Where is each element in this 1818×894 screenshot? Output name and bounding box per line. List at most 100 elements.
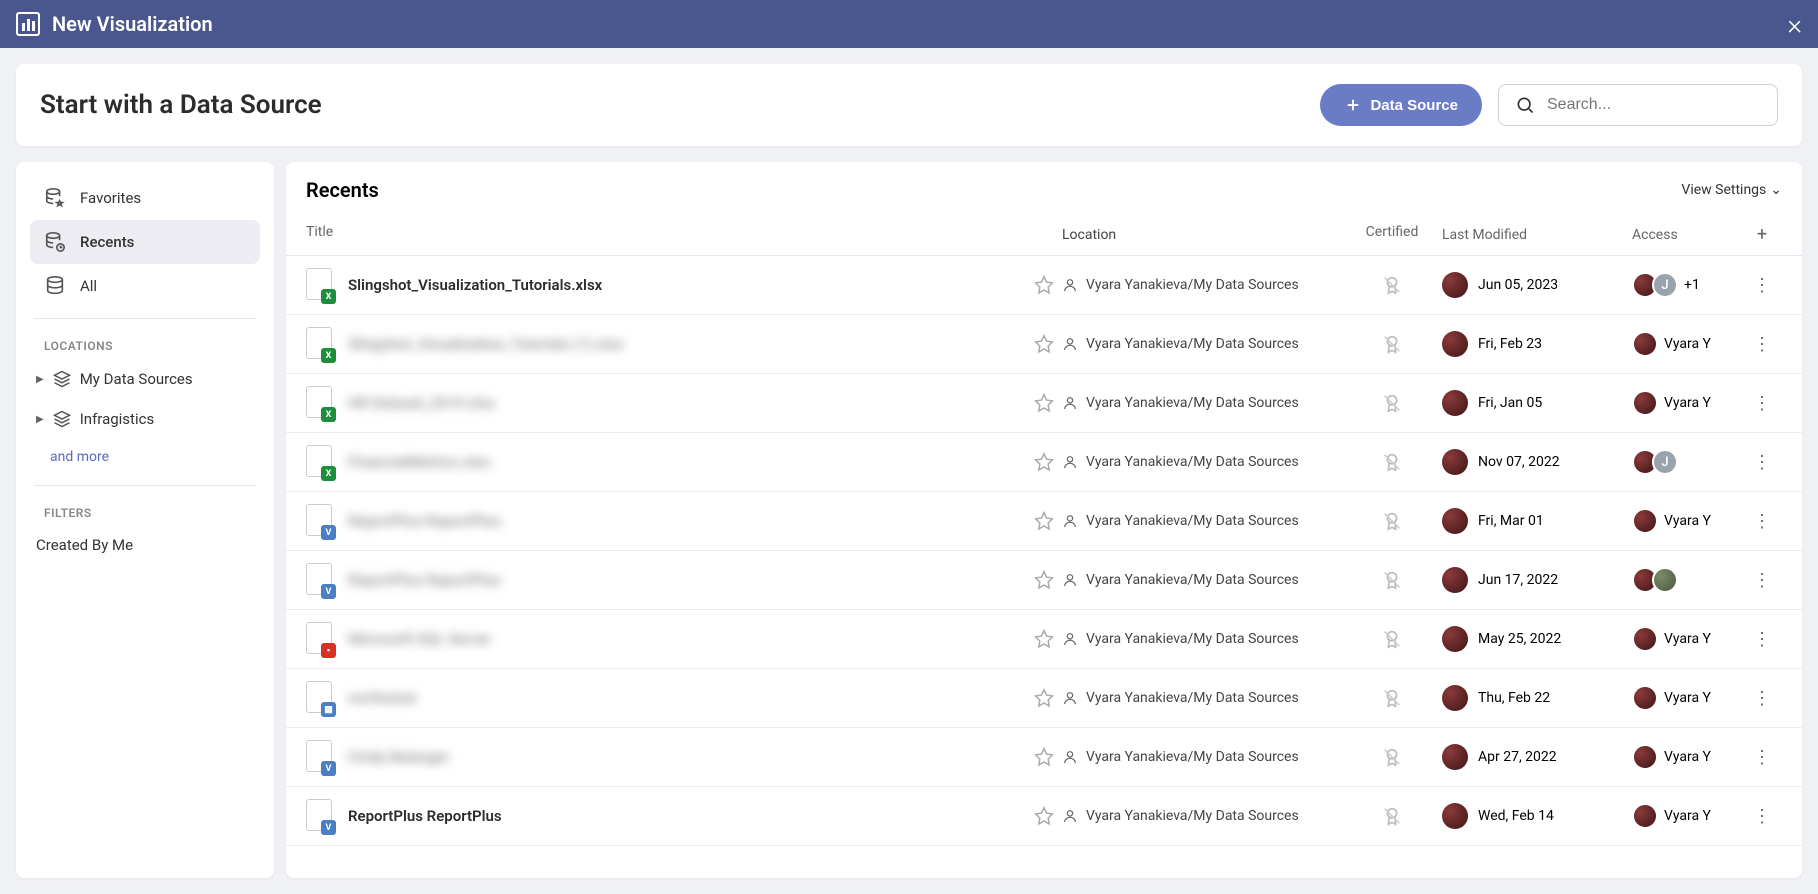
certified-cell — [1342, 569, 1442, 591]
star-icon[interactable] — [1034, 452, 1054, 472]
table-row[interactable]: ▦ northwind Vyara Yanakieva/My Data Source… — [286, 669, 1802, 728]
column-certified[interactable]: Certified — [1342, 224, 1442, 245]
location-text: Vyara Yanakieva/My Data Sources — [1086, 690, 1299, 706]
filters-heading: Filters — [30, 496, 260, 526]
divider — [34, 318, 256, 319]
avatar — [1442, 508, 1468, 534]
modified-text: Wed, Feb 14 — [1478, 808, 1554, 824]
modified-cell: Fri, Mar 01 — [1442, 508, 1622, 534]
access-cell: Vyara Y — [1622, 390, 1742, 416]
database-icon — [44, 275, 66, 297]
access-cell: Vyara Y — [1622, 803, 1742, 829]
modified-cell: May 25, 2022 — [1442, 626, 1622, 652]
access-text: Vyara Y — [1664, 690, 1711, 706]
modified-text: May 25, 2022 — [1478, 631, 1561, 647]
location-cell: Vyara Yanakieva/My Data Sources — [1062, 454, 1342, 470]
table-row[interactable]: VReportPlus ReportPlusVyara Yanakieva/My… — [286, 492, 1802, 551]
row-actions-button[interactable]: ⋮ — [1742, 452, 1782, 473]
access-cell: Vyara Y — [1622, 331, 1742, 357]
avatar — [1442, 685, 1468, 711]
access-text: Vyara Y — [1664, 395, 1711, 411]
modified-text: Fri, Mar 01 — [1478, 513, 1544, 529]
filter-created-by-me[interactable]: Created By Me — [30, 526, 260, 564]
star-icon[interactable] — [1034, 334, 1054, 354]
certificate-icon — [1381, 687, 1403, 709]
file-icon: X — [306, 386, 334, 420]
column-location[interactable]: Location — [1062, 224, 1342, 245]
certificate-icon — [1381, 451, 1403, 473]
file-icon: ▦ — [306, 681, 334, 715]
row-actions-button[interactable]: ⋮ — [1742, 275, 1782, 296]
table-row[interactable]: XFinancialMetrics.xlsxVyara Yanakieva/My… — [286, 433, 1802, 492]
row-actions-button[interactable]: ⋮ — [1742, 393, 1782, 414]
certified-cell — [1342, 333, 1442, 355]
column-access[interactable]: Access — [1622, 224, 1742, 245]
row-actions-button[interactable]: ⋮ — [1742, 629, 1782, 650]
chart-icon — [16, 12, 40, 36]
access-cell: Vyara Y — [1622, 744, 1742, 770]
file-icon: ▪ — [306, 622, 334, 656]
database-clock-icon — [44, 231, 66, 253]
column-title[interactable]: Title — [306, 224, 1062, 245]
certificate-icon — [1381, 274, 1403, 296]
certificate-icon — [1381, 746, 1403, 768]
table-row[interactable]: VCindy BelangerVyara Yanakieva/My Data S… — [286, 728, 1802, 787]
table-row[interactable]: XSlingshot_Visualization_Tutorials.xlsxV… — [286, 256, 1802, 315]
file-title: northwind — [348, 689, 416, 707]
row-actions-button[interactable]: ⋮ — [1742, 570, 1782, 591]
add-column-button[interactable]: + — [1742, 224, 1782, 245]
table-row[interactable]: XSlingshot_Visualization_Tutorials (1).x… — [286, 315, 1802, 374]
certificate-icon — [1381, 510, 1403, 532]
table-body: X Slingshot_Visualization_Tutorials.xlsx V… — [286, 256, 1802, 878]
star-icon[interactable] — [1034, 629, 1054, 649]
file-title: Slingshot_Visualization_Tutorials.xlsx — [348, 276, 602, 294]
sidebar-location-infragistics[interactable]: ▶ Infragistics — [30, 399, 260, 439]
sidebar-location-my-data-sources[interactable]: ▶ My Data Sources — [30, 359, 260, 399]
row-actions-button[interactable]: ⋮ — [1742, 806, 1782, 827]
avatar — [1632, 331, 1658, 357]
row-actions-button[interactable]: ⋮ — [1742, 511, 1782, 532]
table-row[interactable]: ▪Microsoft SQL ServerVyara Yanakieva/My … — [286, 610, 1802, 669]
location-cell: Vyara Yanakieva/My Data Sources — [1062, 336, 1342, 352]
user-icon — [1062, 690, 1078, 706]
file-icon: X — [306, 268, 334, 302]
star-icon[interactable] — [1034, 393, 1054, 413]
table-row[interactable]: VReportPlus ReportPlusVyara Yanakieva/My… — [286, 551, 1802, 610]
location-cell: Vyara Yanakieva/My Data Sources — [1062, 513, 1342, 529]
star-icon[interactable] — [1034, 275, 1054, 295]
certified-cell — [1342, 746, 1442, 768]
modified-cell: Fri, Jan 05 — [1442, 390, 1622, 416]
avatar — [1632, 803, 1658, 829]
file-title: HR Dataset_2019.xlsx — [348, 394, 495, 412]
modified-text: Thu, Feb 22 — [1478, 690, 1550, 706]
star-icon[interactable] — [1034, 688, 1054, 708]
row-actions-button[interactable]: ⋮ — [1742, 747, 1782, 768]
sidebar-item-all[interactable]: All — [30, 264, 260, 308]
access-text: Vyara Y — [1664, 336, 1711, 352]
sidebar-item-recents[interactable]: Recents — [30, 220, 260, 264]
star-icon[interactable] — [1034, 570, 1054, 590]
table-row[interactable]: XHR Dataset_2019.xlsxVyara Yanakieva/My … — [286, 374, 1802, 433]
star-icon[interactable] — [1034, 806, 1054, 826]
column-modified[interactable]: Last Modified — [1442, 224, 1622, 245]
add-data-source-button[interactable]: Data Source — [1320, 84, 1482, 126]
search-box[interactable] — [1498, 84, 1778, 126]
row-actions-button[interactable]: ⋮ — [1742, 334, 1782, 355]
location-label: My Data Sources — [80, 370, 193, 388]
avatar — [1442, 449, 1468, 475]
sidebar-item-label: All — [80, 277, 97, 295]
main-title: Recents — [306, 178, 1681, 202]
row-actions-button[interactable]: ⋮ — [1742, 688, 1782, 709]
modified-text: Jun 17, 2022 — [1478, 572, 1558, 588]
star-icon[interactable] — [1034, 747, 1054, 767]
search-icon — [1515, 95, 1535, 115]
and-more-link[interactable]: and more — [30, 439, 260, 475]
access-text: Vyara Y — [1664, 513, 1711, 529]
view-settings-button[interactable]: View Settings ⌄ — [1681, 182, 1782, 198]
search-input[interactable] — [1547, 96, 1761, 114]
sidebar-item-favorites[interactable]: Favorites — [30, 176, 260, 220]
avatar: J — [1652, 449, 1678, 475]
star-icon[interactable] — [1034, 511, 1054, 531]
table-row[interactable]: VReportPlus ReportPlusVyara Yanakieva/My… — [286, 787, 1802, 846]
close-icon[interactable]: × — [1787, 8, 1802, 41]
